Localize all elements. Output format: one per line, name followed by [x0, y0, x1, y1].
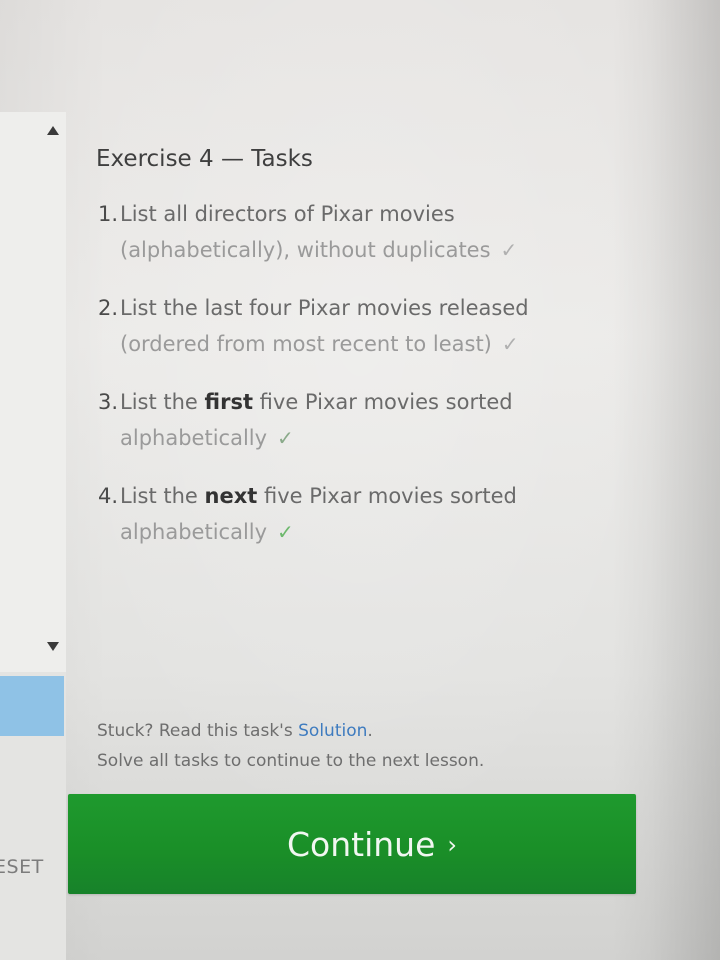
task-list: 1. List all directors of Pixar movies (a…	[96, 196, 566, 572]
task-number: 2.	[98, 296, 119, 320]
editor-scrollbar[interactable]	[42, 112, 64, 672]
task-item: 2. List the last four Pixar movies relea…	[96, 290, 566, 362]
task-text: List all directors of Pixar movies	[120, 202, 455, 226]
right-edge-shade	[650, 0, 720, 960]
task-number: 4.	[98, 484, 119, 508]
continue-instruction: Solve all tasks to continue to the next …	[97, 751, 485, 771]
task-number: 3.	[98, 390, 119, 414]
task-text-continued: (alphabetically), without duplicates ✓	[120, 238, 518, 262]
task-text: List the next five Pixar movies sorted	[120, 484, 517, 508]
task-text: List the first five Pixar movies sorted	[120, 390, 513, 414]
task-text-continued: alphabetically ✓	[120, 426, 294, 450]
checkmark-icon: ✓	[501, 332, 519, 356]
task-item: 1. List all directors of Pixar movies (a…	[96, 196, 566, 268]
task-item: 4. List the next five Pixar movies sorte…	[96, 478, 566, 550]
stuck-hint: Stuck? Read this task's Solution.	[97, 721, 373, 741]
task-text-continued: (ordered from most recent to least) ✓	[120, 332, 519, 356]
solution-link[interactable]: Solution	[298, 721, 367, 741]
checkmark-icon: ✓	[500, 238, 518, 262]
continue-button[interactable]: Continue ›	[68, 794, 636, 894]
chevron-right-icon: ›	[447, 831, 457, 859]
editor-selection-highlight	[0, 676, 64, 736]
task-item: 3. List the first five Pixar movies sort…	[96, 384, 566, 456]
task-text-continued: alphabetically ✓	[120, 520, 294, 544]
task-number: 1.	[98, 202, 119, 226]
checkmark-icon: ✓	[277, 520, 294, 544]
scroll-up-arrow-icon[interactable]	[47, 126, 59, 135]
continue-label: Continue	[287, 824, 436, 864]
task-text: List the last four Pixar movies released	[120, 296, 529, 320]
exercise-title: Exercise 4 — Tasks	[96, 146, 313, 172]
checkmark-icon: ✓	[277, 426, 294, 450]
scroll-down-arrow-icon[interactable]	[47, 642, 59, 651]
reset-button[interactable]: ESET	[0, 856, 44, 878]
task-footer: Stuck? Read this task's Solution. Solve …	[97, 716, 484, 776]
